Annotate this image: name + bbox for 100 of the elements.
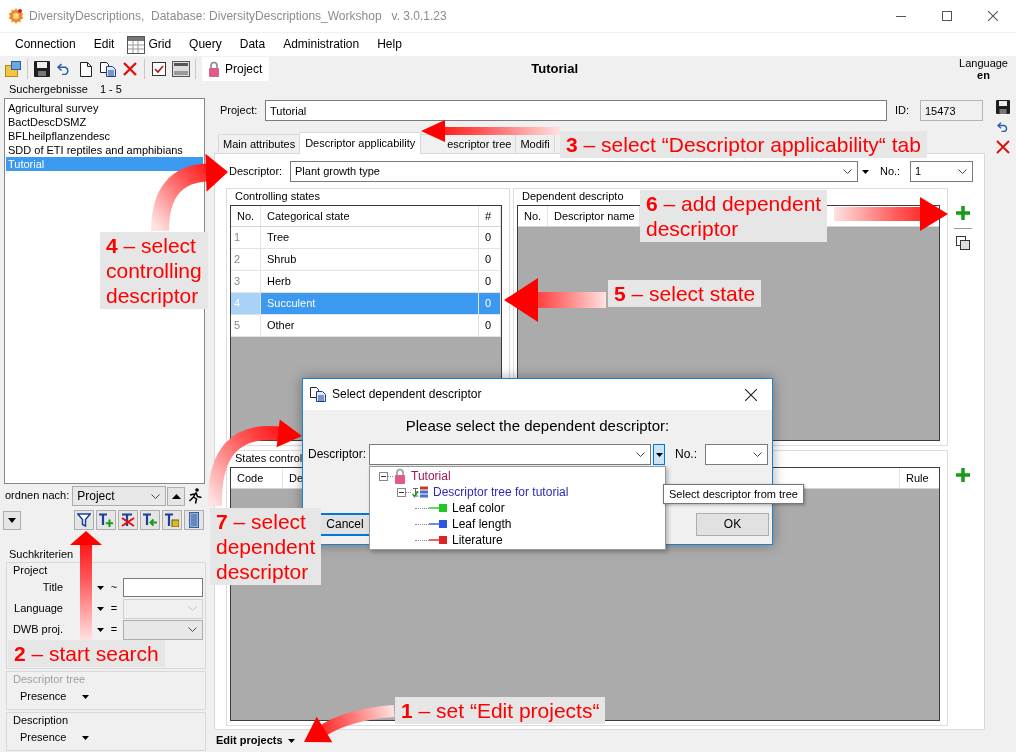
tree-item[interactable]: Leaf color	[452, 500, 505, 516]
descriptor-combobox[interactable]: Plant growth type	[290, 161, 858, 182]
criteria-input[interactable]	[123, 578, 203, 597]
dialog-button[interactable]: OK	[696, 513, 769, 536]
add-criterion-button[interactable]	[96, 510, 116, 530]
list-item[interactable]: BFLheilpflanzendesc	[6, 129, 203, 143]
menu-item[interactable]: Data	[230, 33, 275, 56]
criterion-option-button[interactable]	[162, 510, 182, 530]
table-row[interactable]: 5 Other 0	[231, 315, 501, 337]
results-header: Suchergebnisse	[9, 83, 88, 97]
column-header[interactable]: Code	[231, 468, 283, 488]
filter-button[interactable]	[74, 510, 94, 530]
table-cell: Tree	[261, 227, 479, 248]
sort-label: ordnen nach:	[5, 489, 70, 503]
group-title: Controlling states	[235, 189, 320, 203]
row-number: 2	[231, 249, 261, 270]
plus-icon[interactable]	[955, 468, 970, 482]
chevron-icon	[151, 493, 161, 499]
tree-dropdown-button[interactable]	[653, 444, 665, 465]
toggle-button[interactable]	[3, 510, 21, 530]
runner-icon[interactable]	[188, 488, 203, 504]
descriptor-label: Descriptor:	[229, 164, 284, 179]
documents-icon	[310, 387, 326, 402]
move-criterion-button[interactable]	[140, 510, 160, 530]
annotation-label: 6 – add dependent descriptor	[640, 190, 828, 242]
caret-icon	[96, 627, 104, 632]
tree-item[interactable]: Leaf length	[452, 516, 512, 532]
language-value: en	[976, 69, 991, 81]
presence-dropdown[interactable]: Presence	[20, 728, 90, 747]
list-item[interactable]: SDD of ETI reptiles and amphibians	[6, 143, 203, 157]
dialog-title: Select dependent descriptor	[332, 387, 482, 402]
remove-criterion-button[interactable]	[118, 510, 138, 530]
tree-item[interactable]: Tutorial	[411, 468, 451, 484]
copy-icon[interactable]	[100, 61, 116, 77]
mode-dropdown[interactable]: Edit projects	[216, 734, 295, 748]
text-square-icon	[165, 513, 179, 527]
filter-icon	[77, 513, 91, 527]
menu-item[interactable]: Query	[180, 33, 231, 56]
tab[interactable]: Main attributes	[218, 134, 301, 153]
menu-item[interactable]: Grid	[123, 33, 181, 56]
table-row[interactable]: 1 Tree 0	[231, 227, 501, 249]
window-layout-icon[interactable]	[5, 61, 21, 77]
row-number: 1	[231, 227, 261, 248]
list-item[interactable]: BactDescDSMZ	[6, 115, 203, 129]
tab[interactable]: Descriptor applicability	[299, 132, 422, 154]
list-icon	[189, 512, 199, 528]
column-header[interactable]: Rule	[899, 468, 939, 488]
document-icon[interactable]	[80, 61, 92, 77]
annotation-label: 5 – select state	[608, 280, 762, 307]
column-header[interactable]: No.	[518, 206, 548, 226]
operator-label: =	[109, 622, 119, 637]
plus-icon[interactable]	[955, 206, 970, 220]
table-cell: Shrub	[261, 249, 479, 270]
tree-item[interactable]: Descriptor tree for tutorial	[433, 484, 569, 500]
undo-icon[interactable]	[997, 122, 1009, 132]
menu-item[interactable]: Administration	[274, 33, 369, 56]
project-field[interactable]: Tutorial	[265, 100, 887, 121]
window-title: DiversityDescriptions, Database: DiversityDescriptions_Workshop v. 3.0.1.23	[29, 8, 447, 24]
id-field[interactable]: 15473	[920, 100, 983, 121]
delete-icon[interactable]	[123, 62, 137, 76]
menu-item[interactable]: Help	[368, 33, 411, 56]
annotation-label: 4 – select controlling descriptor	[100, 232, 208, 309]
number-combobox[interactable]: 1	[910, 161, 973, 182]
table-cell: 0	[479, 315, 501, 336]
sort-order-button[interactable]	[167, 486, 186, 506]
chevron-icon	[188, 627, 197, 632]
table-row[interactable]: 3 Herb 0	[231, 271, 501, 293]
column-header[interactable]: #	[479, 206, 501, 226]
collapse-icon[interactable]	[397, 487, 406, 497]
sort-combobox[interactable]: Project	[72, 486, 167, 506]
save-icon[interactable]	[996, 100, 1010, 114]
id-label: ID:	[895, 103, 911, 118]
column-header[interactable]: De	[283, 468, 303, 488]
table-cell: Succulent	[261, 293, 479, 314]
column-header[interactable]: No.	[231, 206, 261, 226]
collapse-icon[interactable]	[379, 471, 388, 481]
undo-icon[interactable]	[57, 63, 71, 75]
number-combobox[interactable]	[705, 444, 768, 465]
panel-icon[interactable]	[172, 61, 190, 77]
save-icon[interactable]	[34, 61, 50, 77]
menu-item[interactable]: Edit	[84, 33, 124, 56]
list-item[interactable]: Agricultural survey	[6, 101, 203, 115]
row-number: 5	[231, 315, 261, 336]
caret-icon	[287, 739, 295, 743]
close-icon	[745, 388, 757, 401]
columns-button[interactable]	[184, 510, 204, 530]
caret-icon	[96, 585, 104, 590]
stacked-squares-icon[interactable]	[955, 236, 970, 250]
table-cell: 0	[479, 271, 501, 292]
descriptor-label: Descriptor:	[308, 447, 367, 462]
tree-item[interactable]: Literature	[452, 532, 503, 548]
project-button[interactable]: Project	[202, 57, 270, 81]
app-icon	[8, 8, 24, 24]
column-header[interactable]: Categorical state	[261, 206, 479, 226]
delete-icon[interactable]	[996, 140, 1010, 154]
descriptor-combobox[interactable]	[369, 444, 651, 465]
table-row[interactable]: 2 Shrub 0	[231, 249, 501, 271]
chevron-icon	[843, 169, 852, 174]
menu-item[interactable]: Connection	[6, 33, 85, 56]
checkbox-icon[interactable]	[152, 62, 166, 76]
